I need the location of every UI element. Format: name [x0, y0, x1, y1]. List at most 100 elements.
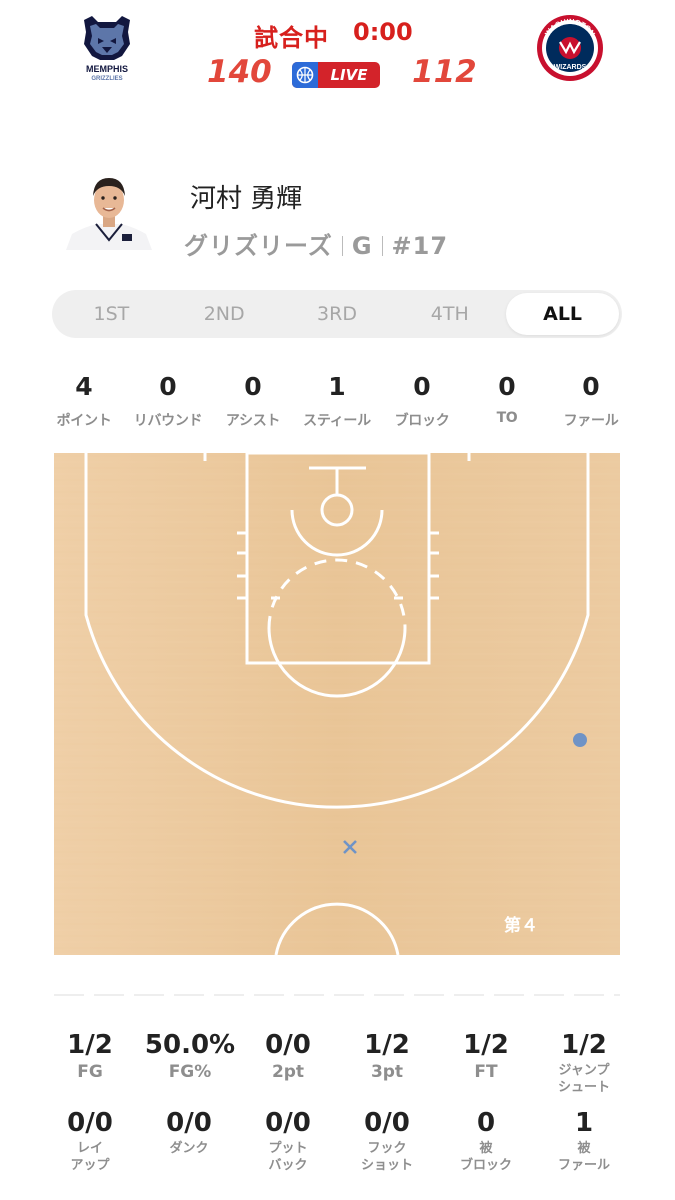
- player-team: グリズリーズ: [184, 232, 333, 260]
- stat-label-line: ショット: [360, 1158, 413, 1173]
- stat-fouled: 1 被ファール: [534, 1108, 634, 1174]
- stat-label: アシスト: [225, 413, 281, 429]
- stat-value: 0: [582, 372, 600, 401]
- grizzlies-logo-icon: MEMPHIS GRIZZLIES: [84, 16, 130, 82]
- stat-value: 1/2: [561, 1030, 607, 1060]
- tab-all[interactable]: ALL: [506, 293, 619, 335]
- stat-label: 2pt: [271, 1062, 305, 1082]
- stat-label: フック ショット: [337, 1140, 437, 1174]
- stat-label-line: シュート: [557, 1080, 610, 1095]
- stat-label-line: ジャンプ: [558, 1063, 610, 1078]
- tab-3rd[interactable]: 3RD: [281, 293, 394, 335]
- player-name: 河村 勇輝: [190, 184, 303, 214]
- away-team-logo[interactable]: WASHINGTON WIZARDS: [536, 14, 604, 82]
- player-meta: グリズリーズ G #17: [184, 226, 448, 261]
- stat-label-line: アップ: [70, 1158, 110, 1173]
- stat-value: 0/0: [364, 1108, 410, 1138]
- home-logo-word2: GRIZZLIES: [91, 76, 122, 82]
- stat-value: 0: [498, 372, 516, 401]
- stat-label: スティール: [303, 413, 371, 429]
- stat-label: 3pt: [370, 1062, 404, 1082]
- stat-label: 被ファール: [534, 1140, 634, 1174]
- stat-value: 1: [328, 372, 346, 401]
- stat-value: 50.0%: [144, 1030, 236, 1060]
- stat-value: 1/2: [67, 1030, 113, 1060]
- stat-layup: 0/0 レイアップ: [40, 1108, 140, 1174]
- stat-label: FG: [77, 1062, 103, 1082]
- home-logo-word1: MEMPHIS: [86, 64, 128, 74]
- stat-value: 0: [413, 372, 431, 401]
- stat-fg: 1/2 FG: [40, 1030, 140, 1082]
- shot-chart-court: 第４: [54, 451, 620, 956]
- stat-label: ブロック: [394, 413, 450, 429]
- tab-4th[interactable]: 4TH: [393, 293, 506, 335]
- stat-label: 被ブロック: [436, 1140, 536, 1174]
- stat-label: FT: [474, 1062, 498, 1082]
- stat-fouls: 0 ファール: [544, 372, 638, 430]
- player-number: #17: [391, 232, 449, 260]
- stat-value: 1: [574, 1108, 594, 1138]
- stat-dunk: 0/0 ダンク: [139, 1108, 239, 1157]
- stat-label: TO: [496, 410, 518, 426]
- stat-label-line: 被: [479, 1141, 493, 1156]
- shot-made-marker[interactable]: [573, 733, 587, 747]
- stat-putback: 0/0 プットバック: [238, 1108, 338, 1174]
- stat-turnovers: 0 TO: [460, 372, 554, 426]
- stat-value: 0/0: [67, 1108, 113, 1138]
- stat-ft: 1/2 FT: [436, 1030, 536, 1082]
- stat-value: 0: [244, 372, 262, 401]
- stat-fg-pct: 50.0% FG%: [140, 1030, 240, 1082]
- stat-2pt: 0/0 2pt: [238, 1030, 338, 1082]
- stat-points: 4 ポイント: [37, 372, 131, 430]
- stat-hook-shot: 0/0 フックショット: [337, 1108, 437, 1174]
- stat-blocked: 0 被ブロック: [436, 1108, 536, 1174]
- away-logo-word2: WIZARDS: [554, 64, 587, 71]
- stat-rebounds: 0 リバウンド: [121, 372, 215, 430]
- quarter-label: 第４: [504, 915, 538, 936]
- stat-label: リバウンド: [133, 413, 203, 429]
- stat-value: 0: [476, 1108, 496, 1138]
- stat-label-line: ファール: [557, 1158, 610, 1173]
- stat-label: ファール: [563, 413, 619, 429]
- tab-2nd[interactable]: 2ND: [168, 293, 281, 335]
- stat-value: 0/0: [166, 1108, 212, 1138]
- stat-assists: 0 アシスト: [206, 372, 300, 430]
- basketball-icon: [292, 62, 318, 88]
- stat-3pt: 1/2 3pt: [337, 1030, 437, 1082]
- player-position: G: [351, 232, 373, 260]
- away-score: 112: [412, 54, 477, 90]
- section-divider: [54, 994, 620, 996]
- stat-value: 1/2: [364, 1030, 410, 1060]
- stat-label: ジャンプ シュート: [534, 1062, 634, 1096]
- live-badge[interactable]: LIVE: [292, 62, 380, 88]
- stat-label: ダンク: [169, 1141, 209, 1156]
- stat-value: 0/0: [265, 1108, 311, 1138]
- game-clock: 0:00: [353, 18, 413, 46]
- stat-value: 0: [159, 372, 177, 401]
- stat-label-line: バック: [268, 1158, 308, 1173]
- stat-label: ポイント: [56, 413, 112, 429]
- live-label: LIVE: [330, 66, 368, 84]
- stat-label-line: レイ: [76, 1141, 103, 1156]
- stat-label: プット バック: [238, 1140, 338, 1174]
- meta-divider: [341, 236, 343, 256]
- period-tabs: 1ST 2ND 3RD 4TH ALL: [52, 290, 622, 338]
- stat-label-line: フック: [367, 1141, 407, 1156]
- stat-value: 0/0: [265, 1030, 311, 1060]
- stat-value: 4: [75, 372, 93, 401]
- stat-blocks: 0 ブロック: [375, 372, 469, 430]
- wizards-logo-icon: WASHINGTON WIZARDS: [537, 15, 603, 81]
- stat-label-line: プット: [268, 1141, 308, 1156]
- stat-steals: 1 スティール: [290, 372, 384, 430]
- stat-value: 1/2: [463, 1030, 509, 1060]
- game-status: 試合中: [254, 24, 329, 52]
- player-avatar: [66, 170, 152, 250]
- stat-label: レイ アップ: [40, 1140, 140, 1174]
- home-team-logo[interactable]: MEMPHIS GRIZZLIES: [78, 14, 136, 82]
- meta-divider: [381, 236, 383, 256]
- stat-label-line: ブロック: [459, 1158, 512, 1173]
- home-score: 140: [207, 54, 272, 90]
- tab-1st[interactable]: 1ST: [55, 293, 168, 335]
- stat-label: FG%: [168, 1062, 212, 1082]
- stat-label-line: 被: [577, 1141, 591, 1156]
